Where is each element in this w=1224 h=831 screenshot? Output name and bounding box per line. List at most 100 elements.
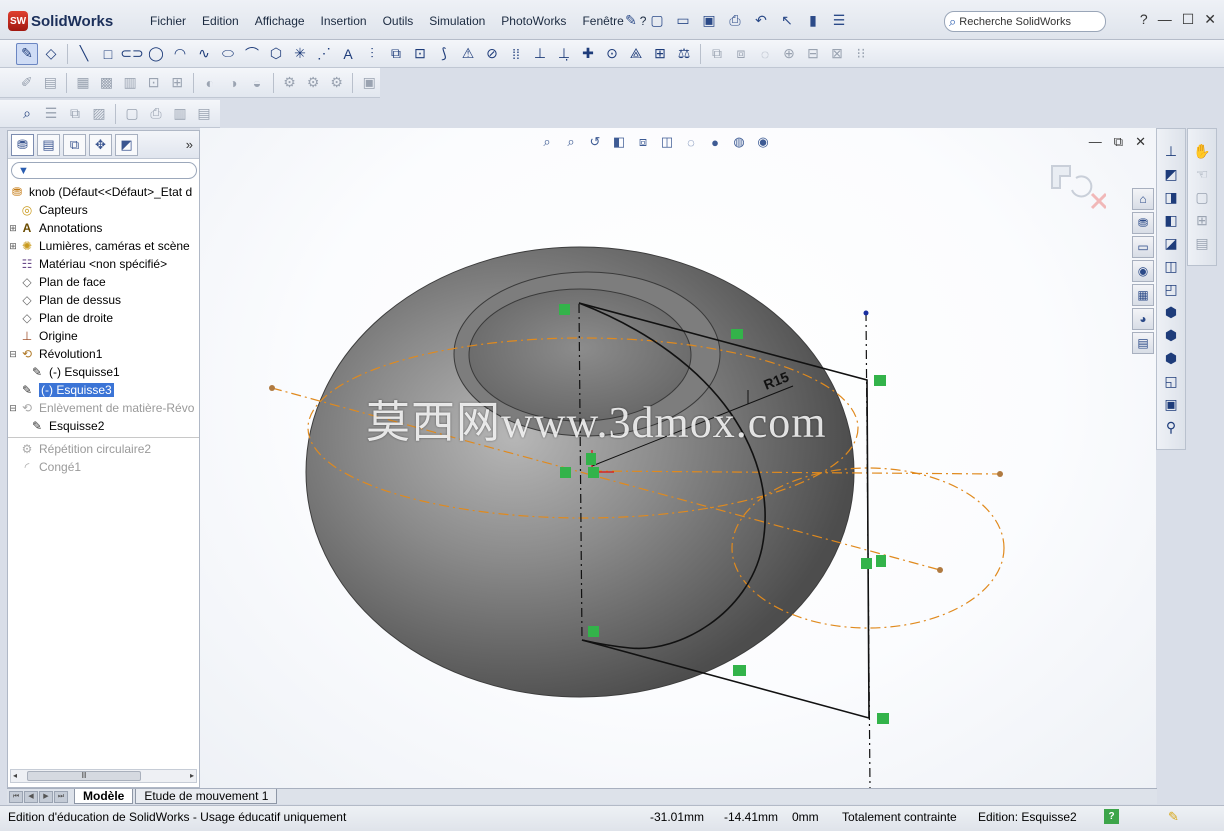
sketch-icon[interactable]: ✎ bbox=[16, 42, 38, 65]
menu-insertion[interactable]: Insertion bbox=[313, 14, 375, 28]
tree-item-enlevement[interactable]: ⊟ ⟲ Enlèvement de matière-Révo bbox=[8, 399, 199, 417]
hole-wizard-icon[interactable]: ▥ bbox=[169, 103, 191, 125]
relation-vertical-icon[interactable] bbox=[876, 555, 886, 567]
frame-icon[interactable]: ▤ bbox=[40, 72, 62, 94]
relation-coincident-icon[interactable] bbox=[559, 304, 570, 315]
arc-icon[interactable]: ◠ bbox=[169, 43, 191, 65]
configuration-manager-tab-icon[interactable]: ⧉ bbox=[63, 133, 86, 156]
app-logo[interactable]: SW SolidWorks bbox=[8, 10, 113, 32]
more-tabs-icon[interactable]: » bbox=[186, 137, 193, 152]
home-icon[interactable]: ⌂ bbox=[1132, 188, 1154, 210]
tree-item-esquisse3[interactable]: ✎ (-) Esquisse3 bbox=[8, 381, 199, 399]
tree-item-lumieres[interactable]: ⊞ ✺ Lumières, caméras et scène bbox=[8, 237, 199, 255]
tree-item-materiau[interactable]: ☷ Matériau <non spécifié> bbox=[8, 255, 199, 273]
expand-icon[interactable]: ⊞ bbox=[8, 223, 18, 234]
prev-tab-icon[interactable]: ◀ bbox=[24, 790, 38, 803]
options-icon[interactable]: ☰ bbox=[828, 10, 850, 30]
link-views-icon[interactable]: ⚲ bbox=[1160, 417, 1182, 438]
table-icon[interactable]: ▤ bbox=[193, 103, 215, 125]
menu-outils[interactable]: Outils bbox=[375, 14, 422, 28]
scroll-right-icon[interactable]: ▸ bbox=[190, 770, 194, 782]
move-entities-icon[interactable]: ⊘ bbox=[481, 43, 503, 65]
display-manager-tab-icon[interactable]: ◩ bbox=[115, 133, 138, 156]
select-arrow-icon[interactable]: ↖ bbox=[776, 10, 798, 30]
display-pane-icon[interactable]: ▥ bbox=[119, 72, 141, 94]
quick-snaps-icon[interactable]: ⊙ bbox=[601, 43, 623, 65]
relation-horizontal-icon[interactable] bbox=[733, 665, 746, 676]
save-icon[interactable]: ▣ bbox=[698, 10, 720, 30]
menu-fichier[interactable]: Fichier bbox=[142, 14, 194, 28]
grid-view-icon[interactable]: ⊞ bbox=[1191, 210, 1213, 231]
isometric-view-icon[interactable]: ⬢ bbox=[1160, 302, 1182, 323]
more-tools-icon[interactable]: ⁝⁝ bbox=[850, 43, 872, 65]
relation-vertical-icon[interactable] bbox=[586, 453, 596, 465]
open-folder-icon[interactable]: ▭ bbox=[672, 10, 694, 30]
linear-pattern-icon[interactable]: ⁞⁞ bbox=[505, 43, 527, 65]
rectangle-icon[interactable]: □ bbox=[97, 43, 119, 65]
render-icon[interactable]: ▣ bbox=[358, 72, 380, 94]
quick-tips-icon[interactable]: ? bbox=[1104, 809, 1119, 824]
tab-modele[interactable]: Modèle bbox=[74, 789, 134, 804]
relation-coincident-icon[interactable] bbox=[861, 558, 872, 569]
view-box-icon[interactable]: ▢ bbox=[1191, 187, 1213, 208]
trim-icon[interactable]: ⟆ bbox=[433, 43, 455, 65]
preview-icon[interactable]: ▢ bbox=[121, 103, 143, 125]
tree-item-capteurs[interactable]: ◎ Capteurs bbox=[8, 201, 199, 219]
undo-icon[interactable]: ↶ bbox=[750, 10, 772, 30]
scroll-left-icon[interactable]: ◂ bbox=[13, 770, 17, 782]
menu-photoworks[interactable]: PhotoWorks bbox=[493, 14, 574, 28]
tree-item-repetition[interactable]: ⚙ Répétition circulaire2 bbox=[8, 440, 199, 458]
tree-item-origine[interactable]: ⊥ Origine bbox=[8, 327, 199, 345]
paste-icon[interactable]: ⧈ bbox=[730, 43, 752, 65]
point-icon[interactable]: ✳ bbox=[289, 43, 311, 65]
exit-sketch-icon[interactable] bbox=[1071, 175, 1093, 198]
hand-icon[interactable]: ✋ bbox=[1191, 141, 1213, 162]
ellipse-icon[interactable]: ⬭ bbox=[217, 43, 239, 65]
convert-entities-icon[interactable]: ⊡ bbox=[409, 43, 431, 65]
feature-tree-tab-icon[interactable]: ⛃ bbox=[11, 133, 34, 156]
copy-format-icon[interactable]: ⧉ bbox=[64, 103, 86, 125]
print-preview-icon[interactable]: ⎙ bbox=[145, 103, 167, 125]
material-globe-icon[interactable]: ◐ bbox=[199, 72, 221, 94]
rapid-sketch-icon[interactable]: ⚖ bbox=[673, 43, 695, 65]
display-relations-icon[interactable]: ⊥̣ bbox=[553, 43, 575, 65]
minimize-button[interactable]: — bbox=[1158, 11, 1172, 28]
collision-icon[interactable]: ⚙ bbox=[326, 72, 348, 94]
circle-icon[interactable]: ◯ bbox=[145, 43, 167, 65]
front-view-icon[interactable]: ◩ bbox=[1160, 164, 1182, 185]
expand-icon[interactable]: ⊞ bbox=[8, 241, 18, 252]
measure-icon[interactable]: ⊡ bbox=[143, 72, 165, 94]
graphics-area[interactable]: ⌕ ⌕ ↺ ◧ ⧈ ◫ ◌ ● ◍ ◉ — ⧉ ✕ R15 莫西网www.3dm… bbox=[200, 128, 1156, 788]
section-cube-icon[interactable]: ◱ bbox=[1160, 371, 1182, 392]
edit-sketch-icon[interactable]: ✐ bbox=[16, 72, 38, 94]
smart-dimension-icon[interactable]: ◇ bbox=[40, 43, 62, 65]
rebuild-sketch-icon[interactable] bbox=[1051, 165, 1071, 189]
appearance-icon[interactable]: ◑ bbox=[223, 72, 245, 94]
spline-icon[interactable]: ∿ bbox=[193, 43, 215, 65]
dimxpert-tab-icon[interactable]: ✥ bbox=[89, 133, 112, 156]
relation-coincident-icon[interactable] bbox=[588, 626, 599, 637]
view-palette-icon[interactable]: ▦ bbox=[72, 72, 94, 94]
rebuild-icon[interactable]: ▮ bbox=[802, 10, 824, 30]
next-tab-icon[interactable]: ▶ bbox=[39, 790, 53, 803]
dimetric-view-icon[interactable]: ⬢ bbox=[1160, 348, 1182, 369]
search-box[interactable]: ⌕ Recherche SolidWorks bbox=[944, 11, 1106, 32]
relation-coincident-icon[interactable] bbox=[877, 713, 889, 724]
tree-item-esquisse2[interactable]: ✎ Esquisse2 bbox=[8, 417, 199, 435]
cancel-sketch-icon[interactable] bbox=[1090, 192, 1106, 210]
pan-icon[interactable]: ☜ bbox=[1191, 164, 1213, 185]
maximize-button[interactable]: ☐ bbox=[1182, 11, 1195, 28]
scrollbar-thumb[interactable]: Ⅲ bbox=[27, 771, 141, 781]
insert-block-icon[interactable]: ⊕ bbox=[778, 43, 800, 65]
repair-sketch-icon[interactable]: ✚ bbox=[577, 43, 599, 65]
block-icon[interactable]: ◌ bbox=[754, 43, 776, 65]
image-editor-icon[interactable]: ▨ bbox=[88, 103, 110, 125]
custom-properties-icon[interactable]: ▤ bbox=[1132, 332, 1154, 354]
slot-icon[interactable]: ⊂⊃ bbox=[120, 43, 143, 65]
offset-icon[interactable]: ⧉ bbox=[385, 43, 407, 65]
polygon-icon[interactable]: ⬡ bbox=[265, 43, 287, 65]
pin-icon[interactable]: ✎ bbox=[620, 10, 642, 30]
zoom-icon[interactable]: ⌕ bbox=[16, 103, 38, 125]
simulation-icon[interactable]: ⚙ bbox=[279, 72, 301, 94]
relation-coincident-icon[interactable] bbox=[588, 467, 599, 478]
